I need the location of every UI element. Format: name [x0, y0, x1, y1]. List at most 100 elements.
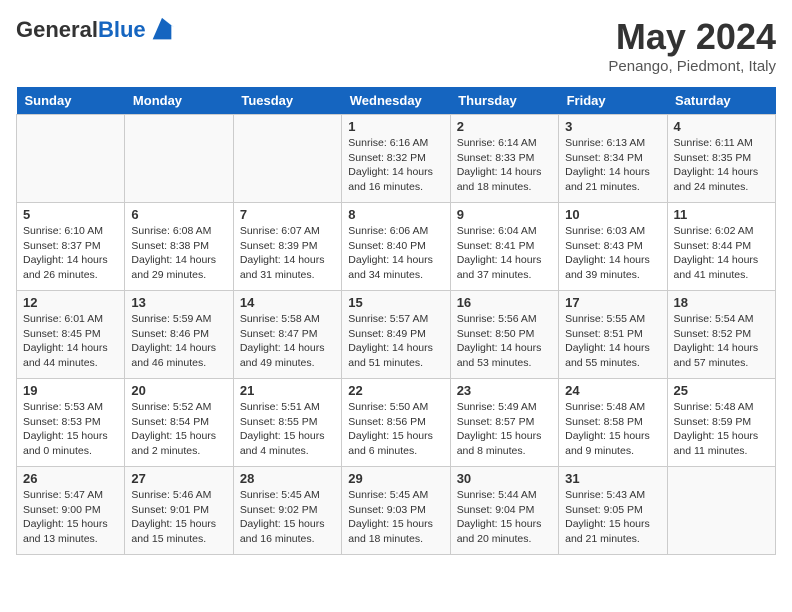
day-number: 3	[565, 119, 660, 134]
week-row-5: 26 Sunrise: 5:47 AMSunset: 9:00 PMDayligh…	[17, 467, 776, 555]
day-number: 25	[674, 383, 769, 398]
day-info: Sunrise: 6:16 AMSunset: 8:32 PMDaylight:…	[348, 136, 443, 195]
calendar-cell: 14Sunrise: 5:58 AMSunset: 8:47 PMDayligh…	[233, 291, 341, 379]
day-info: Sunrise: 5:50 AMSunset: 8:56 PMDaylight:…	[348, 400, 443, 459]
calendar-body: 1 Sunrise: 6:16 AMSunset: 8:32 PMDaylight…	[17, 115, 776, 555]
title-block: May 2024 Penango, Piedmont, Italy	[608, 16, 776, 75]
dow-monday: Monday	[125, 87, 233, 115]
day-number: 23	[457, 383, 552, 398]
calendar-cell: 11 Sunrise: 6:02 AMSunset: 8:44 PMDayligh…	[667, 203, 775, 291]
calendar-cell: 29 Sunrise: 5:45 AMSunset: 9:03 PMDayligh…	[342, 467, 450, 555]
day-number: 26	[23, 471, 118, 486]
calendar-cell: 1 Sunrise: 6:16 AMSunset: 8:32 PMDaylight…	[342, 115, 450, 203]
day-number: 9	[457, 207, 552, 222]
day-info: Sunrise: 6:07 AMSunset: 8:39 PMDaylight:…	[240, 224, 335, 283]
day-info: Sunrise: 5:54 AMSunset: 8:52 PMDaylight:…	[674, 312, 769, 371]
day-info: Sunrise: 6:13 AMSunset: 8:34 PMDaylight:…	[565, 136, 660, 195]
day-info: Sunrise: 6:03 AMSunset: 8:43 PMDaylight:…	[565, 224, 660, 283]
day-number: 11	[674, 207, 769, 222]
calendar-table: SundayMondayTuesdayWednesdayThursdayFrid…	[16, 87, 776, 555]
week-row-3: 12Sunrise: 6:01 AMSunset: 8:45 PMDayligh…	[17, 291, 776, 379]
dow-friday: Friday	[559, 87, 667, 115]
day-number: 24	[565, 383, 660, 398]
day-info: Sunrise: 5:51 AMSunset: 8:55 PMDaylight:…	[240, 400, 335, 459]
calendar-cell	[667, 467, 775, 555]
logo-general: General	[16, 17, 98, 42]
calendar-cell	[17, 115, 125, 203]
month-title: May 2024	[608, 16, 776, 58]
calendar-cell: 17Sunrise: 5:55 AMSunset: 8:51 PMDayligh…	[559, 291, 667, 379]
logo-blue: Blue	[98, 17, 146, 42]
day-info: Sunrise: 5:45 AMSunset: 9:03 PMDaylight:…	[348, 488, 443, 547]
calendar-cell: 19 Sunrise: 5:53 AMSunset: 8:53 PMDayligh…	[17, 379, 125, 467]
day-number: 20	[131, 383, 226, 398]
day-number: 5	[23, 207, 118, 222]
dow-sunday: Sunday	[17, 87, 125, 115]
day-info: Sunrise: 6:06 AMSunset: 8:40 PMDaylight:…	[348, 224, 443, 283]
logo: GeneralBlue	[16, 16, 176, 44]
dow-tuesday: Tuesday	[233, 87, 341, 115]
page-header: GeneralBlue May 2024 Penango, Piedmont, …	[16, 16, 776, 75]
calendar-cell: 22 Sunrise: 5:50 AMSunset: 8:56 PMDayligh…	[342, 379, 450, 467]
day-info: Sunrise: 5:53 AMSunset: 8:53 PMDaylight:…	[23, 400, 118, 459]
day-number: 31	[565, 471, 660, 486]
day-info: Sunrise: 5:45 AMSunset: 9:02 PMDaylight:…	[240, 488, 335, 547]
calendar-cell: 23 Sunrise: 5:49 AMSunset: 8:57 PMDayligh…	[450, 379, 558, 467]
day-number: 19	[23, 383, 118, 398]
calendar-cell: 28 Sunrise: 5:45 AMSunset: 9:02 PMDayligh…	[233, 467, 341, 555]
day-info: Sunrise: 5:52 AMSunset: 8:54 PMDaylight:…	[131, 400, 226, 459]
day-info: Sunrise: 5:59 AMSunset: 8:46 PMDaylight:…	[131, 312, 226, 371]
day-info: Sunrise: 6:02 AMSunset: 8:44 PMDaylight:…	[674, 224, 769, 283]
calendar-cell: 12Sunrise: 6:01 AMSunset: 8:45 PMDayligh…	[17, 291, 125, 379]
calendar-cell: 9 Sunrise: 6:04 AMSunset: 8:41 PMDaylight…	[450, 203, 558, 291]
day-number: 6	[131, 207, 226, 222]
day-number: 22	[348, 383, 443, 398]
calendar-cell: 24 Sunrise: 5:48 AMSunset: 8:58 PMDayligh…	[559, 379, 667, 467]
day-number: 29	[348, 471, 443, 486]
calendar-cell: 18Sunrise: 5:54 AMSunset: 8:52 PMDayligh…	[667, 291, 775, 379]
calendar-cell: 5 Sunrise: 6:10 AMSunset: 8:37 PMDaylight…	[17, 203, 125, 291]
day-number: 15	[348, 295, 443, 310]
calendar-cell: 26 Sunrise: 5:47 AMSunset: 9:00 PMDayligh…	[17, 467, 125, 555]
day-info: Sunrise: 5:48 AMSunset: 8:59 PMDaylight:…	[674, 400, 769, 459]
day-number: 16	[457, 295, 552, 310]
day-number: 7	[240, 207, 335, 222]
day-info: Sunrise: 5:56 AMSunset: 8:50 PMDaylight:…	[457, 312, 552, 371]
day-info: Sunrise: 6:11 AMSunset: 8:35 PMDaylight:…	[674, 136, 769, 195]
day-number: 2	[457, 119, 552, 134]
day-info: Sunrise: 5:49 AMSunset: 8:57 PMDaylight:…	[457, 400, 552, 459]
day-number: 30	[457, 471, 552, 486]
day-number: 28	[240, 471, 335, 486]
day-number: 14	[240, 295, 335, 310]
day-info: Sunrise: 5:43 AMSunset: 9:05 PMDaylight:…	[565, 488, 660, 547]
day-info: Sunrise: 5:47 AMSunset: 9:00 PMDaylight:…	[23, 488, 118, 547]
day-info: Sunrise: 6:14 AMSunset: 8:33 PMDaylight:…	[457, 136, 552, 195]
dow-saturday: Saturday	[667, 87, 775, 115]
calendar-cell: 20 Sunrise: 5:52 AMSunset: 8:54 PMDayligh…	[125, 379, 233, 467]
day-number: 27	[131, 471, 226, 486]
logo-icon	[148, 16, 176, 44]
day-info: Sunrise: 6:10 AMSunset: 8:37 PMDaylight:…	[23, 224, 118, 283]
day-info: Sunrise: 6:01 AMSunset: 8:45 PMDaylight:…	[23, 312, 118, 371]
day-number: 21	[240, 383, 335, 398]
location-subtitle: Penango, Piedmont, Italy	[608, 58, 776, 75]
calendar-cell: 16 Sunrise: 5:56 AMSunset: 8:50 PMDayligh…	[450, 291, 558, 379]
day-number: 13	[131, 295, 226, 310]
calendar-cell: 3 Sunrise: 6:13 AMSunset: 8:34 PMDaylight…	[559, 115, 667, 203]
day-info: Sunrise: 5:48 AMSunset: 8:58 PMDaylight:…	[565, 400, 660, 459]
calendar-cell: 8Sunrise: 6:06 AMSunset: 8:40 PMDaylight…	[342, 203, 450, 291]
week-row-2: 5 Sunrise: 6:10 AMSunset: 8:37 PMDaylight…	[17, 203, 776, 291]
calendar-cell: 31 Sunrise: 5:43 AMSunset: 9:05 PMDayligh…	[559, 467, 667, 555]
week-row-4: 19 Sunrise: 5:53 AMSunset: 8:53 PMDayligh…	[17, 379, 776, 467]
dow-wednesday: Wednesday	[342, 87, 450, 115]
day-info: Sunrise: 5:46 AMSunset: 9:01 PMDaylight:…	[131, 488, 226, 547]
calendar-cell: 6 Sunrise: 6:08 AMSunset: 8:38 PMDaylight…	[125, 203, 233, 291]
calendar-cell: 15Sunrise: 5:57 AMSunset: 8:49 PMDayligh…	[342, 291, 450, 379]
day-number: 1	[348, 119, 443, 134]
day-info: Sunrise: 6:04 AMSunset: 8:41 PMDaylight:…	[457, 224, 552, 283]
calendar-cell	[125, 115, 233, 203]
day-info: Sunrise: 5:55 AMSunset: 8:51 PMDaylight:…	[565, 312, 660, 371]
day-info: Sunrise: 6:08 AMSunset: 8:38 PMDaylight:…	[131, 224, 226, 283]
calendar-cell: 4 Sunrise: 6:11 AMSunset: 8:35 PMDaylight…	[667, 115, 775, 203]
day-number: 4	[674, 119, 769, 134]
